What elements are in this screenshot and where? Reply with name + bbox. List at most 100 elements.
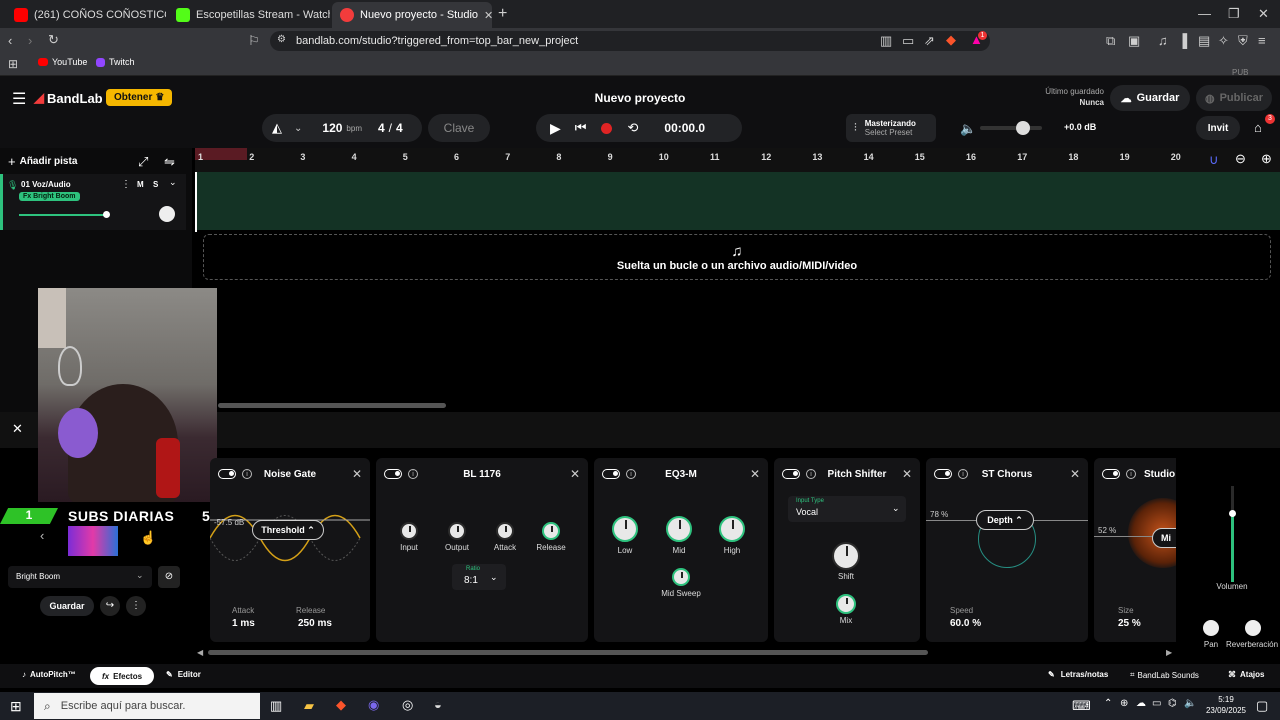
skip-back-icon[interactable]: ⏮ [575,120,587,136]
mute-button[interactable]: M [137,180,144,189]
volume-icon[interactable]: 🔈 [1184,698,1196,709]
close-icon[interactable]: ✕ [352,467,362,481]
track-row-voz[interactable]: 🎙 01 Voz/Audio ⋮ M S ⌄ Fx Bright Boom [0,174,186,230]
fx-scrollbar[interactable] [208,650,928,655]
info-icon[interactable]: i [1126,469,1136,479]
close-icon[interactable]: ✕ [750,467,760,481]
notifications-icon[interactable]: ▢ [1256,698,1268,714]
close-tab-icon[interactable]: ✕ [484,9,492,22]
new-tab-icon[interactable]: + [498,5,507,23]
metronome-icon[interactable]: ◭ [272,120,282,136]
loop-icon[interactable]: ⟲ [627,120,638,136]
add-track-button[interactable]: + Añadir pista [8,154,77,169]
windows-start-icon[interactable]: ⊞ [10,698,22,715]
timeline-ruler[interactable]: 1 2 3 4 5 6 7 8 9 10 11 12 13 14 15 16 17 18 19 20 ∪ ⊖ ⊕ [195,148,1280,172]
cast-icon[interactable]: ▭ [902,33,914,49]
input-type-dropdown[interactable]: Input Type Vocal ⌄ [788,496,906,522]
time-sig-bottom[interactable]: 4 [396,121,403,135]
tempo-value[interactable]: 120 [322,121,342,135]
share-icon[interactable]: ⇗ [924,33,935,49]
reader-icon[interactable]: ▥ [880,33,892,49]
ratio-dropdown[interactable]: Ratio 8:1 ⌄ [452,564,506,590]
file-explorer-icon[interactable]: ▰ [304,698,314,714]
more-options-icon[interactable]: ⋮ [126,596,146,616]
time-sig-top[interactable]: 4 [378,121,385,135]
mix-knob[interactable] [836,594,856,614]
atajos-button[interactable]: ⌘ Atajos [1228,670,1264,679]
menu-icon[interactable]: ≡ [1258,33,1266,48]
fx-bypass-icon[interactable]: ⊘ [158,566,180,588]
chevron-down-icon[interactable]: ⌄ [169,177,177,188]
pan-knob[interactable] [1203,620,1219,636]
track-name[interactable]: 01 Voz/Audio [21,180,71,189]
clock-time[interactable]: 5:19 [1204,695,1248,704]
brave-shield-icon[interactable]: ◆ [946,32,956,48]
attack-knob[interactable] [496,522,514,540]
chevron-left-icon[interactable]: ‹ [40,528,44,543]
wallet2-icon[interactable]: ▤ [1198,33,1210,49]
speaker-icon[interactable]: 🔈 [960,121,976,137]
playhead[interactable] [195,172,197,232]
mid-sweep-knob[interactable] [672,568,690,586]
forward-icon[interactable]: › [28,33,32,48]
timeline-scrollbar[interactable] [218,403,446,408]
close-icon[interactable]: ✕ [570,467,580,481]
bandlab-sounds-button[interactable]: ⌗ BandLab Sounds [1130,670,1199,680]
share-icon[interactable]: ↪ [100,596,120,616]
app-icon[interactable]: ◉ [368,697,379,713]
play-icon[interactable]: ▶ [550,120,561,137]
apps-grid-icon[interactable]: ⊞ [8,57,18,71]
task-view-icon[interactable]: ▥ [270,698,282,714]
track-volume-handle[interactable] [103,211,110,218]
drop-zone[interactable]: ♫ Suelta un bucle o un archivo audio/MID… [203,234,1271,280]
editor-tab[interactable]: ✎ Editor [166,670,201,679]
save-project-button[interactable]: ☁ Guardar [1110,85,1190,111]
restore-icon[interactable]: ❐ [1228,6,1240,22]
master-volume-slider[interactable] [980,121,1042,135]
brave-browser-icon[interactable]: ◆ [336,697,346,713]
studio-toggle[interactable] [1102,469,1120,479]
taskbar-search[interactable]: ⌕ Escribe aquí para buscar. [34,693,260,719]
high-knob[interactable] [719,516,745,542]
bookmark-twitch[interactable]: Twitch [96,57,135,67]
keyboard-icon[interactable]: ⌨ [1072,698,1091,714]
tray-icon[interactable]: ⊕ [1120,698,1128,709]
input-knob[interactable] [400,522,418,540]
master-volume-handle[interactable] [1016,121,1030,135]
key-button[interactable]: Clave [428,114,490,142]
depth-button[interactable]: Depth ⌃ [976,510,1034,530]
track-lane[interactable] [195,172,1280,230]
preset-dropdown[interactable]: Bright Boom ⌄ [8,566,152,588]
shift-knob[interactable] [832,542,860,570]
browser-tab-youtube[interactable]: (261) COÑOS COÑOSTICOS ARISTOC [6,2,166,28]
clock-date[interactable]: 23/09/2025 [1198,706,1254,715]
speed-value[interactable]: 60.0 % [950,618,981,629]
track-menu-icon[interactable]: ⋮ [121,179,131,190]
scroll-left-icon[interactable]: ◀ [197,648,203,657]
studio-mix-button[interactable]: Mi [1152,528,1176,548]
hamburger-menu-icon[interactable]: ☰ [12,89,26,109]
project-title[interactable]: Nuevo proyecto [540,91,740,105]
attack-value[interactable]: 1 ms [232,618,255,629]
zoom-in-icon[interactable]: ⊕ [1261,151,1272,167]
vpn-icon[interactable]: ⛨ [1238,33,1248,49]
release-value[interactable]: 250 ms [298,618,332,629]
site-info-icon[interactable]: ⚙ [277,34,286,45]
low-knob[interactable] [612,516,638,542]
record-icon[interactable] [601,122,613,134]
automation-icon[interactable]: ⤢ [138,154,148,170]
browser-tab-bandlab[interactable]: Nuevo proyecto - Studio ✕ [332,2,492,28]
mastering-button[interactable]: ⫶ Masterizando Select Preset [846,114,936,142]
browser-tab-kick[interactable]: Escopetillas Stream - Watch Live on [168,2,330,28]
reload-icon[interactable]: ↻ [48,32,59,48]
autopitch-button[interactable]: ♪ AutoPitch™ [22,670,76,679]
close-icon[interactable]: ✕ [1070,467,1080,481]
invite-button[interactable]: Invit [1196,116,1240,140]
battery-icon[interactable]: ▭ [1152,698,1161,709]
mid-knob[interactable] [666,516,692,542]
app2-icon[interactable]: ◒ [434,697,442,712]
sidebar-icon[interactable]: ▐ [1178,33,1187,48]
close-icon[interactable]: ✕ [902,467,912,481]
bookmark-icon[interactable]: ⚐ [248,33,260,49]
volume-fader-handle[interactable] [1229,510,1236,517]
